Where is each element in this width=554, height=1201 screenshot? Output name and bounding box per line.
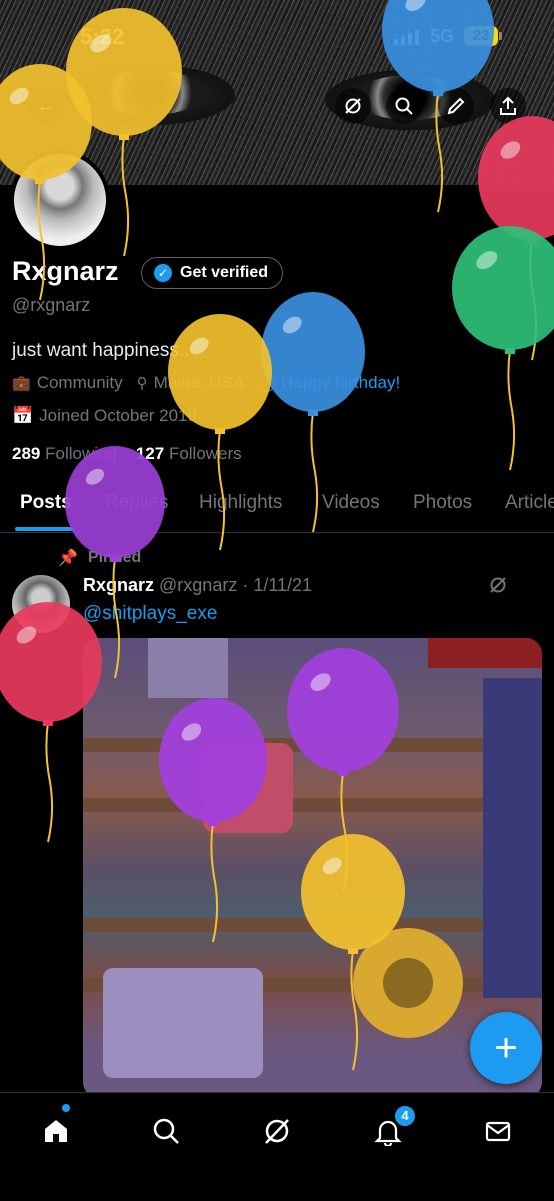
banner-eye-left <box>95 70 205 115</box>
following-label: Following <box>45 444 117 463</box>
grok-icon <box>345 98 361 114</box>
profile-bio: just want happiness.. <box>12 340 190 361</box>
active-tab-indicator <box>15 527 75 531</box>
edit-button[interactable] <box>438 88 474 124</box>
nav-home[interactable] <box>36 1111 76 1151</box>
birthday-text: Happy birthday! <box>281 373 401 392</box>
post-author-name: Rxgnarz <box>83 575 155 595</box>
tab-posts[interactable]: Posts <box>20 492 72 514</box>
network-type: 5G <box>430 26 455 46</box>
tab-highlights[interactable]: Highlights <box>199 492 282 514</box>
profile-meta: 💼 Community ⚲ Maine, USA ◯ Happy birthda… <box>12 373 400 393</box>
get-verified-label: Get verified <box>180 264 269 281</box>
arrow-left-icon: ← <box>36 94 56 117</box>
followers-link[interactable]: 127 Followers <box>136 444 242 463</box>
profile-name: Rxgnarz <box>12 256 119 286</box>
search-button[interactable] <box>386 88 422 124</box>
profile-location: Maine, USA <box>153 373 245 392</box>
grok-icon <box>265 1119 289 1144</box>
balloon-icon: ◯ <box>258 375 276 392</box>
status-time: 5:22 <box>80 24 125 49</box>
nav-grok[interactable] <box>257 1111 297 1151</box>
grok-icon <box>490 577 506 593</box>
get-verified-button[interactable]: ✓ Get verified <box>141 257 284 289</box>
followers-label: Followers <box>168 444 242 463</box>
profile-joined: 📅 Joined October 2019 <box>12 406 197 426</box>
home-unread-dot <box>62 1104 70 1112</box>
post-media[interactable] <box>83 638 542 1098</box>
share-icon <box>500 96 516 115</box>
game-screenshot <box>83 638 542 1078</box>
nav-search[interactable] <box>146 1111 186 1151</box>
battery-level: 23 <box>464 26 502 46</box>
profile-tabs: Posts Replies Highlights Videos Photos A… <box>0 478 554 533</box>
followers-count: 127 <box>135 444 165 463</box>
profile-category: Community <box>36 373 123 392</box>
follow-stats: 289 Following 127 Followers <box>12 444 242 464</box>
verified-check-icon: ✓ <box>154 264 172 282</box>
compose-button[interactable]: + <box>470 1012 542 1084</box>
briefcase-icon: 💼 <box>12 375 31 392</box>
pinned-indicator: 📌 Pinned <box>58 548 141 568</box>
post-handle-date: @rxgnarz · 1/11/21 <box>159 575 313 595</box>
post-mention[interactable]: @shitplays_exe <box>83 603 217 625</box>
back-button[interactable]: ← <box>28 88 64 124</box>
post-avatar[interactable] <box>12 575 70 633</box>
tab-photos[interactable]: Photos <box>413 492 472 514</box>
location-icon: ⚲ <box>136 375 148 392</box>
post-author[interactable]: Rxgnarz @rxgnarz · 1/11/21 <box>83 575 312 596</box>
pen-icon <box>447 97 465 115</box>
joined-text: Joined October 2019 <box>39 406 198 425</box>
profile-avatar[interactable] <box>10 150 110 250</box>
pin-icon: 📌 <box>58 550 78 567</box>
balloon <box>452 226 554 471</box>
nav-messages[interactable] <box>478 1111 518 1151</box>
search-icon <box>395 97 413 115</box>
post-grok-button[interactable] <box>488 575 508 601</box>
calendar-icon: 📅 <box>12 406 34 425</box>
home-icon <box>45 1120 67 1142</box>
following-count: 289 <box>12 444 41 463</box>
tab-articles[interactable]: Articles <box>505 492 554 514</box>
pinned-label: Pinned <box>87 549 142 566</box>
grok-button[interactable] <box>335 88 371 124</box>
signal-icon <box>394 30 419 45</box>
mail-icon <box>485 1121 511 1142</box>
notifications-badge: 4 <box>393 1104 417 1128</box>
status-bar: 5:22 5G 23 <box>0 0 554 70</box>
following-link[interactable]: 289 Following <box>12 444 117 463</box>
share-button[interactable] <box>490 88 526 124</box>
tab-replies[interactable]: Replies <box>105 492 168 514</box>
plus-icon: + <box>494 1025 518 1070</box>
bottom-nav <box>0 1092 554 1201</box>
tab-videos[interactable]: Videos <box>322 492 380 514</box>
search-icon <box>153 1118 179 1144</box>
profile-handle: @rxgnarz <box>12 295 91 315</box>
